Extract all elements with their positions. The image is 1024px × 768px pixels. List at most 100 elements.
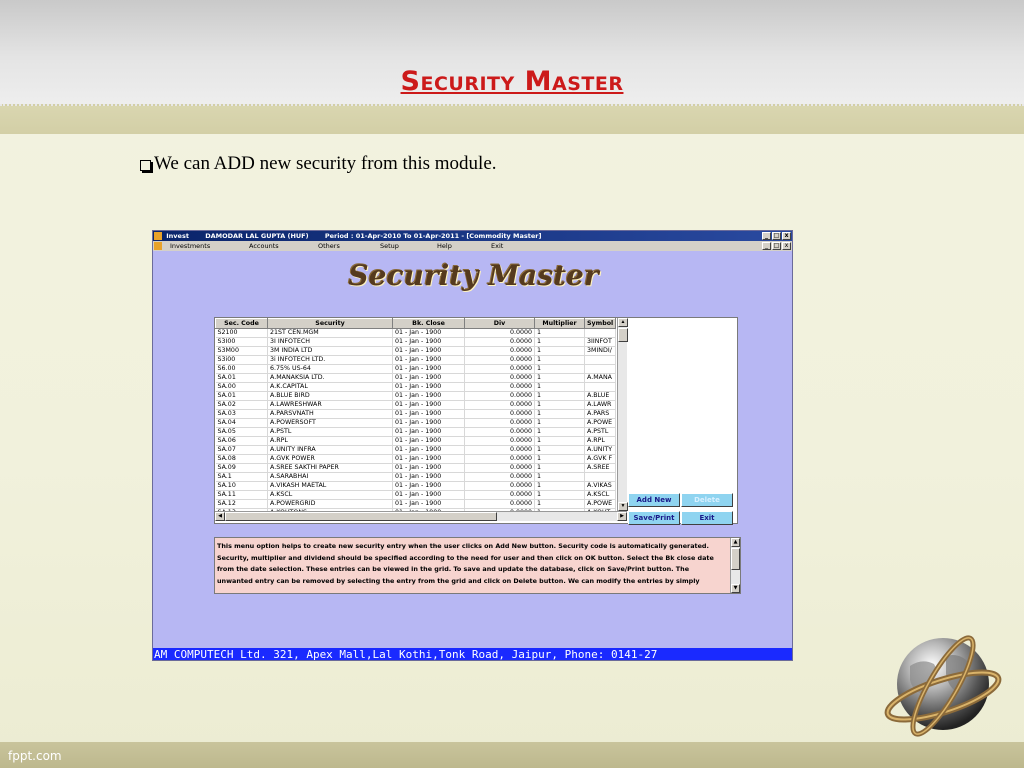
table-cell: A.UNITY (584, 445, 617, 455)
scroll-down-icon[interactable]: ▼ (618, 502, 628, 511)
table-cell: 01 - Jan - 1900 (392, 481, 465, 491)
scroll-right-icon[interactable]: ▶ (617, 512, 627, 521)
table-row[interactable]: S3M00 3M INDIA LTD 01 - Jan - 1900 0.0000 1 3… (215, 346, 617, 356)
grid-vscroll-thumb[interactable] (618, 328, 628, 342)
table-row[interactable]: SA.1 A.SARABHAI 01 - Jan - 1900 0.0000 1 (215, 472, 617, 482)
table-cell: 1 (534, 346, 585, 356)
grid-horizontal-scrollbar[interactable]: ◀ ▶ (215, 511, 627, 521)
table-cell: 01 - Jan - 1900 (392, 454, 465, 464)
table-row[interactable]: SA.03 A.PARSVNATH 01 - Jan - 1900 0.0000 1 A.… (215, 409, 617, 419)
scroll-up-icon[interactable]: ▲ (618, 318, 628, 327)
help-scroll-thumb[interactable] (731, 548, 740, 570)
table-cell: A.GVK F (584, 454, 617, 464)
child-window-controls: _ □ x (762, 242, 791, 250)
table-cell: 01 - Jan - 1900 (392, 490, 465, 500)
table-row[interactable]: SA.04 A.POWERSOFT 01 - Jan - 1900 0.0000 1 A.… (215, 418, 617, 428)
table-row[interactable]: SA.01 A.MANAKSIA LTD. 01 - Jan - 1900 0.000… (215, 373, 617, 383)
table-cell: A.UNITY INFRA (267, 445, 393, 455)
close-button[interactable]: x (782, 232, 791, 240)
add-new-button[interactable]: Add New (628, 493, 680, 507)
table-cell: 1 (534, 391, 585, 401)
table-cell: 3MINDI/ (584, 346, 617, 356)
table-cell: 0.0000 (464, 355, 535, 365)
table-cell: 01 - Jan - 1900 (392, 427, 465, 437)
status-bar: AM COMPUTECH Ltd. 321, Apex Mall,Lal Kot… (153, 648, 792, 660)
table-cell: 01 - Jan - 1900 (392, 418, 465, 428)
table-row[interactable]: SA.07 A.UNITY INFRA 01 - Jan - 1900 0.0000 1… (215, 445, 617, 455)
table-cell: 1 (534, 409, 585, 419)
table-cell: A.PSTL (584, 427, 617, 437)
exit-button[interactable]: Exit (681, 511, 733, 525)
col-header-sec-code[interactable]: Sec. Code (215, 318, 268, 329)
table-cell: 0.0000 (464, 346, 535, 356)
table-cell: A.VIKAS (584, 481, 617, 491)
table-cell: 01 - Jan - 1900 (392, 463, 465, 473)
table-cell: A.RPL (584, 436, 617, 446)
table-cell: 1 (534, 382, 585, 392)
app-window: Invest DAMODAR LAL GUPTA (HUF) Period : … (152, 230, 793, 661)
table-row[interactable]: SA.00 A.K.CAPITAL 01 - Jan - 1900 0.0000 1 (215, 382, 617, 392)
bullet-square-icon (140, 159, 151, 171)
save-print-button[interactable]: Save/Print (628, 511, 680, 525)
app-titlebar: Invest DAMODAR LAL GUPTA (HUF) Period : … (153, 231, 792, 241)
table-cell: 0.0000 (464, 382, 535, 392)
table-cell: 1 (534, 355, 585, 365)
grid-vertical-scrollbar[interactable]: ▲ ▼ (617, 318, 628, 511)
table-row[interactable]: SA.01 A.BLUE BIRD 01 - Jan - 1900 0.0000 1 A.… (215, 391, 617, 401)
app-name: Invest (166, 232, 189, 240)
table-cell: A.POWE (584, 418, 617, 428)
delete-button[interactable]: Delete (681, 493, 733, 507)
table-row[interactable]: SA.06 A.RPL 01 - Jan - 1900 0.0000 1 A.RPL (215, 436, 617, 446)
col-header-div[interactable]: Div (464, 318, 535, 329)
col-header-multiplier[interactable]: Multiplier (534, 318, 585, 329)
menu-accounts[interactable]: Accounts (249, 241, 279, 251)
table-cell: SA.01 (215, 373, 268, 383)
table-row[interactable]: S3i00 3i INFOTECH LTD. 01 - Jan - 1900 0.00… (215, 355, 617, 365)
minimize-button[interactable]: _ (762, 232, 771, 240)
help-scroll-up-icon[interactable]: ▲ (731, 538, 740, 547)
help-textbox[interactable]: This menu option helps to create new sec… (214, 537, 741, 594)
table-cell: 0.0000 (464, 364, 535, 374)
table-cell: S6.00 (215, 364, 268, 374)
child-minimize-button[interactable]: _ (762, 242, 771, 250)
table-row[interactable]: SA.11 A.KSCL 01 - Jan - 1900 0.0000 1 A.KSCL (215, 490, 617, 500)
table-row[interactable]: S3I00 3I INFOTECH 01 - Jan - 1900 0.0000 1 3I… (215, 337, 617, 347)
grid-hscroll-thumb[interactable] (225, 512, 497, 521)
table-cell: A.VIKASH MAETAL (267, 481, 393, 491)
col-header-security[interactable]: Security (267, 318, 393, 329)
table-row[interactable]: SA.05 A.PSTL 01 - Jan - 1900 0.0000 1 A.PSTL (215, 427, 617, 437)
table-cell: SA.01 (215, 391, 268, 401)
menu-others[interactable]: Others (318, 241, 340, 251)
scroll-left-icon[interactable]: ◀ (215, 512, 225, 521)
table-cell (584, 328, 617, 338)
table-cell: A.K.CAPITAL (267, 382, 393, 392)
table-row[interactable]: SA.09 A.SREE SAKTHI PAPER 01 - Jan - 1900 0… (215, 463, 617, 473)
table-cell: A.RPL (267, 436, 393, 446)
table-cell: 1 (534, 454, 585, 464)
menu-help[interactable]: Help (437, 241, 452, 251)
child-maximize-button[interactable]: □ (772, 242, 781, 250)
help-scrollbar[interactable]: ▲ ▼ (730, 538, 740, 593)
col-header-symbol[interactable]: Symbol (583, 318, 617, 329)
table-cell: A.GVK POWER (267, 454, 393, 464)
child-close-button[interactable]: x (782, 242, 791, 250)
table-row[interactable]: SA.10 A.VIKASH MAETAL 01 - Jan - 1900 0.000… (215, 481, 617, 491)
menu-investments[interactable]: Investments (170, 241, 210, 251)
table-row[interactable]: SA.02 A.LAWRESHWAR 01 - Jan - 1900 0.0000 1 A… (215, 400, 617, 410)
table-cell: SA.05 (215, 427, 268, 437)
table-cell: 01 - Jan - 1900 (392, 364, 465, 374)
table-row[interactable]: SA.08 A.GVK POWER 01 - Jan - 1900 0.0000 1 A.… (215, 454, 617, 464)
slide-bullet-text: We can ADD new security from this module… (154, 153, 497, 174)
menu-app-icon[interactable] (154, 242, 162, 250)
table-row[interactable]: S6.00 6.75% US-64 01 - Jan - 1900 0.0000 1 (215, 364, 617, 374)
maximize-button[interactable]: □ (772, 232, 781, 240)
help-scroll-down-icon[interactable]: ▼ (731, 584, 740, 593)
table-row[interactable]: SA.12 A.POWERGRID 01 - Jan - 1900 0.0000 1 A.… (215, 499, 617, 509)
table-row[interactable]: S2100 21ST CEN.MGM 01 - Jan - 1900 0.0000 1 (215, 328, 617, 338)
menu-exit[interactable]: Exit (491, 241, 503, 251)
table-cell: A.SARABHAI (267, 472, 393, 482)
col-header-bk-close[interactable]: Bk. Close (392, 318, 465, 329)
table-cell: 3I INFOTECH (267, 337, 393, 347)
table-cell: A.POWE (584, 499, 617, 509)
menu-setup[interactable]: Setup (380, 241, 399, 251)
